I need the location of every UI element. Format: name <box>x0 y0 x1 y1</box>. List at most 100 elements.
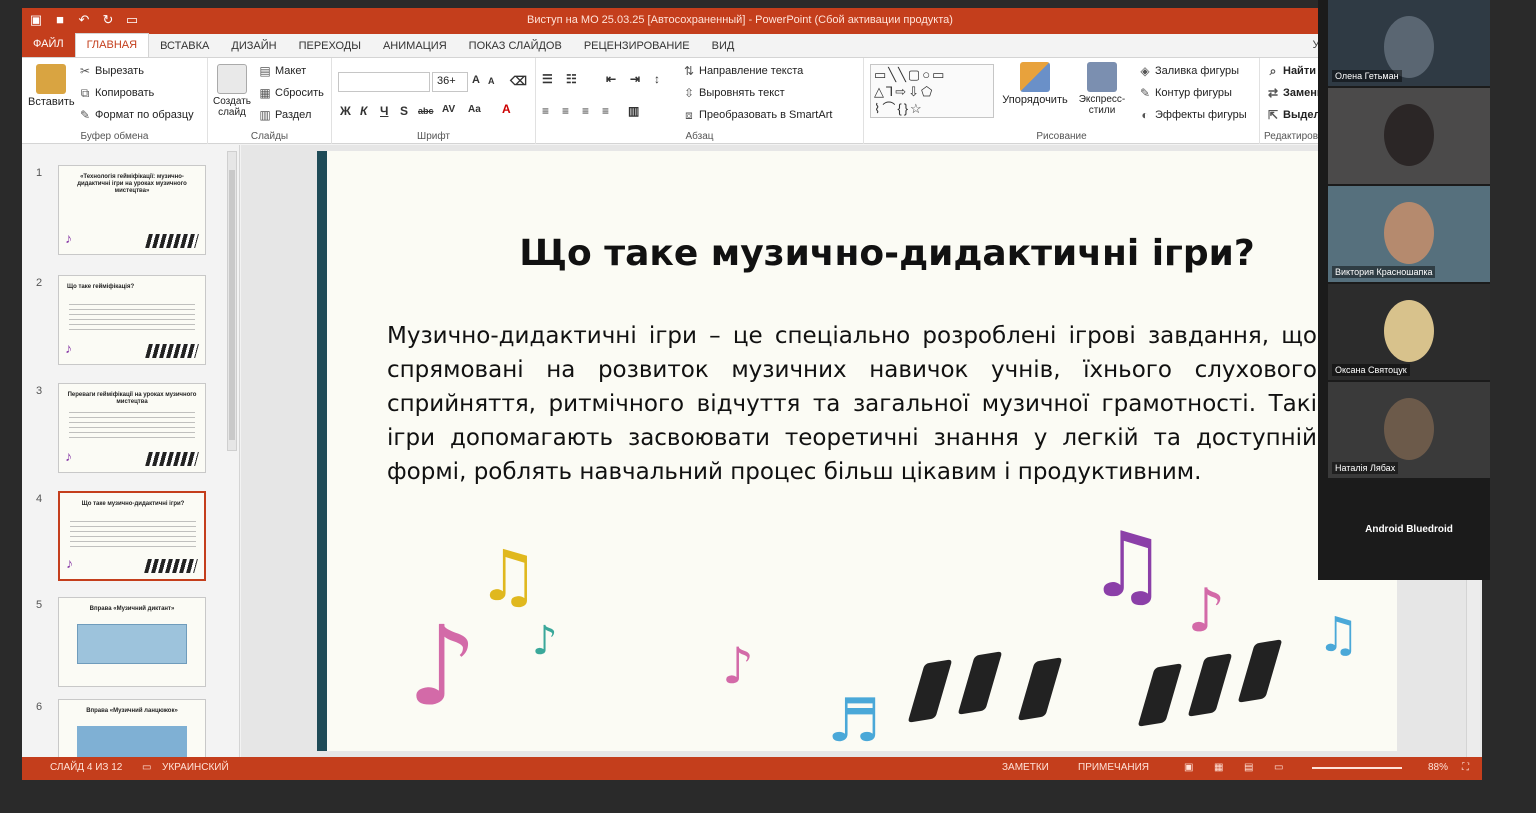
tab-review[interactable]: РЕЦЕНЗИРОВАНИЕ <box>573 40 701 57</box>
participant-tile-4[interactable]: Оксана Святоцук <box>1328 284 1490 380</box>
tab-design[interactable]: ДИЗАЙН <box>220 40 287 57</box>
comments-button[interactable]: ПРИМЕЧАНИЯ <box>1078 762 1149 773</box>
grow-font-button[interactable]: A <box>472 74 480 86</box>
font-name-select[interactable] <box>338 72 430 92</box>
align-center-icon[interactable]: ≡ <box>562 104 569 118</box>
slide-thumbnail-5[interactable]: Вправа «Музичний диктант» <box>58 597 206 687</box>
shape-effects-button[interactable]: ◐ Эффекты фигуры <box>1138 108 1247 122</box>
smartart-button[interactable]: ⧈ Преобразовать в SmartArt <box>682 108 832 122</box>
cut-button[interactable]: ✂ Вырезать <box>78 64 144 78</box>
new-slide-button[interactable]: Создать слайд <box>210 64 254 118</box>
slideshow-view-icon[interactable]: ▭ <box>1274 762 1283 773</box>
strikethrough-button[interactable]: abc <box>418 106 434 116</box>
italic-button[interactable]: К <box>360 104 367 118</box>
language-indicator[interactable]: УКРАИНСКИЙ <box>162 762 229 773</box>
bold-button[interactable]: Ж <box>340 104 351 118</box>
section-label: Раздел <box>275 109 312 121</box>
zoom-slider[interactable] <box>1312 767 1402 769</box>
copy-button[interactable]: ⧉ Копировать <box>78 86 155 100</box>
slide-thumbnail-2[interactable]: Що таке гейміфікація? ♪ <box>58 275 206 365</box>
change-case-button[interactable]: Aa <box>468 104 481 115</box>
slide-body-text[interactable]: Музично-дидактичні ігри – це спеціально … <box>387 319 1317 489</box>
shape-fill-button[interactable]: ◈ Заливка фигуры <box>1138 64 1239 78</box>
slides-group-label: Слайды <box>250 131 289 142</box>
arrange-button[interactable]: Упорядочить <box>998 62 1072 106</box>
align-text-button[interactable]: ⇳ Выровнять текст <box>682 86 785 100</box>
participant-tile-5[interactable]: Наталія Лябах <box>1328 382 1490 478</box>
align-right-icon[interactable]: ≡ <box>582 104 589 118</box>
drawing-group: ▭╲╲▢○▭ △⅂⇨⇩⬠ ⌇⌒{}☆ Упорядочить Экспресс-ст… <box>864 58 1260 144</box>
align-left-icon[interactable]: ≡ <box>542 104 549 118</box>
participant-tile-3[interactable]: Виктория Красношапка <box>1328 186 1490 282</box>
start-slideshow-icon[interactable]: ▭ <box>124 12 140 28</box>
tab-animations[interactable]: АНИМАЦИЯ <box>372 40 458 57</box>
font-size-select[interactable]: 36+ <box>432 72 468 92</box>
tab-file[interactable]: ФАЙЛ <box>22 33 75 57</box>
slide-editor: Що таке музично-дидактичні ігри? Музично… <box>241 145 1482 757</box>
slide-thumbnail-1[interactable]: «Технологія гейміфікації: музично-дидакт… <box>58 165 206 255</box>
zoom-level[interactable]: 88% <box>1428 762 1448 773</box>
justify-icon[interactable]: ≡ <box>602 104 609 118</box>
redo-icon[interactable]: ↻ <box>100 12 116 28</box>
thumbnail-title: Переваги гейміфікації на уроках музичног… <box>67 392 197 405</box>
notes-button[interactable]: ЗАМЕТКИ <box>1002 762 1049 773</box>
bullets-icon[interactable]: ☰ <box>542 72 553 86</box>
pen-icon: ✎ <box>1139 86 1151 100</box>
thumbnail-text-lines <box>70 521 196 551</box>
underline-button[interactable]: Ч <box>380 104 388 118</box>
format-painter-button[interactable]: ✎ Формат по образцу <box>78 108 194 122</box>
section-icon: ▥ <box>259 108 271 122</box>
slide-sorter-icon[interactable]: ▦ <box>1214 762 1223 773</box>
text-direction-button[interactable]: ⇅ Направление текста <box>682 64 803 78</box>
tab-view[interactable]: ВИД <box>701 40 746 57</box>
reset-label: Сбросить <box>275 87 324 99</box>
fit-slide-icon[interactable]: ⛶ <box>1462 762 1469 773</box>
shadow-button[interactable]: S <box>400 104 408 118</box>
reset-button[interactable]: ▦ Сбросить <box>258 86 324 100</box>
font-group-label: Шрифт <box>417 131 450 142</box>
shapes-gallery[interactable]: ▭╲╲▢○▭ △⅂⇨⇩⬠ ⌇⌒{}☆ <box>870 64 994 118</box>
thumbnail-title: Що таке музично-дидактичні ігри? <box>81 501 185 507</box>
numbering-icon[interactable]: ☷ <box>566 72 577 86</box>
shrink-font-button[interactable]: A <box>488 76 495 86</box>
slide-thumbnails-pane: 1 «Технологія гейміфікації: музично-дида… <box>22 145 240 757</box>
layout-button[interactable]: ▤ Макет <box>258 64 306 78</box>
normal-view-icon[interactable]: ▣ <box>1184 762 1193 773</box>
shape-effects-label: Эффекты фигуры <box>1155 109 1247 121</box>
slide-thumbnail-4[interactable]: Що таке музично-дидактичні ігри? ♪ <box>58 491 206 581</box>
tab-slideshow[interactable]: ПОКАЗ СЛАЙДОВ <box>458 40 573 57</box>
spellcheck-icon[interactable]: ▭ <box>142 762 151 773</box>
indent-icon[interactable]: ⇤ <box>606 72 616 86</box>
clear-formatting-icon[interactable]: ⌫ <box>510 74 527 88</box>
save-icon[interactable]: ■ <box>52 12 68 28</box>
tab-home[interactable]: ГЛАВНАЯ <box>74 33 150 57</box>
participant-tile-6[interactable]: Android Bluedroid <box>1328 480 1490 576</box>
font-color-button[interactable]: A <box>502 102 511 116</box>
participant-tile-2[interactable] <box>1328 88 1490 184</box>
line-spacing-icon[interactable]: ↕ <box>654 72 660 86</box>
slide-thumbnail-3[interactable]: Переваги гейміфікації на уроках музичног… <box>58 383 206 473</box>
tab-transitions[interactable]: ПЕРЕХОДЫ <box>288 40 372 57</box>
ribbon: Вставить ✂ Вырезать ⧉ Копировать ✎ Формат п… <box>22 58 1482 144</box>
slide-thumbnail-6[interactable]: Вправа «Музичний ланцюжок» <box>58 699 206 757</box>
undo-icon[interactable]: ↶ <box>76 12 92 28</box>
shape-outline-button[interactable]: ✎ Контур фигуры <box>1138 86 1232 100</box>
piano-keys-icon <box>145 234 199 248</box>
current-slide[interactable]: Що таке музично-дидактичні ігри? Музично… <box>317 151 1397 751</box>
paste-button[interactable]: Вставить <box>28 64 75 108</box>
participant-tile-1[interactable]: Олена Гетьман <box>1328 0 1490 86</box>
quick-styles-button[interactable]: Экспресс-стили <box>1070 62 1134 116</box>
thumbnails-scrollbar[interactable] <box>227 151 237 451</box>
find-button[interactable]: ⌕ Найти <box>1266 64 1316 78</box>
quick-styles-icon <box>1087 62 1117 92</box>
slide-title[interactable]: Що таке музично-дидактичні ігри? <box>447 233 1327 274</box>
scrollbar-thumb[interactable] <box>229 170 235 440</box>
reading-view-icon[interactable]: ▤ <box>1244 762 1253 773</box>
tab-insert[interactable]: ВСТАВКА <box>149 40 220 57</box>
arrange-icon <box>1020 62 1050 92</box>
paragraph-group-label: Абзац <box>685 131 714 142</box>
char-spacing-button[interactable]: AV <box>442 104 455 115</box>
columns-icon[interactable]: ▥ <box>628 104 639 118</box>
outdent-icon[interactable]: ⇥ <box>630 72 640 86</box>
section-button[interactable]: ▥ Раздел <box>258 108 311 122</box>
